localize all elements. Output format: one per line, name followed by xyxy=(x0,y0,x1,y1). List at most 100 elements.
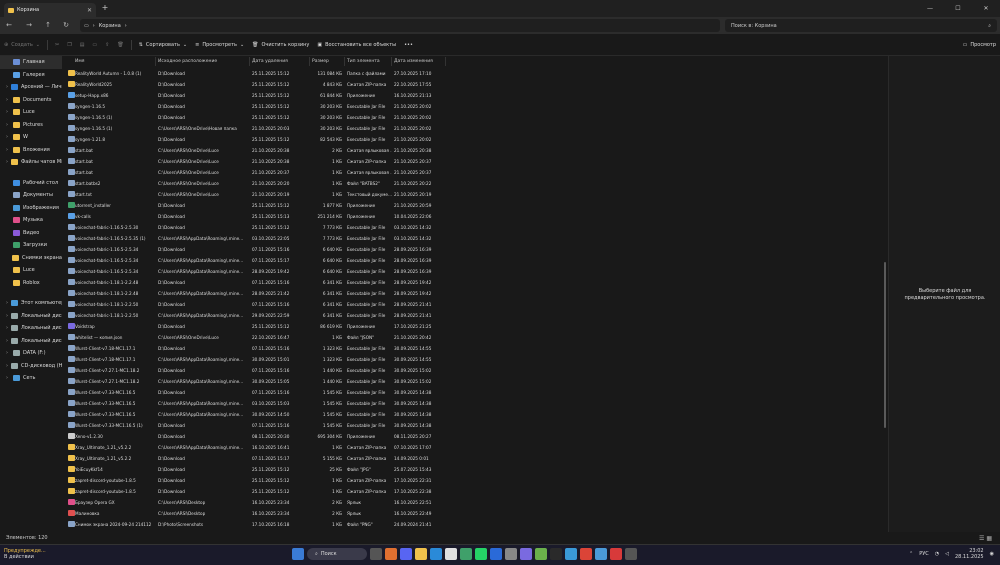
wifi-icon[interactable]: ◔ xyxy=(935,551,939,557)
back-icon[interactable]: ← xyxy=(4,20,14,30)
table-row[interactable]: whitelist — копия.json C:\Users\ARSI\OneD… xyxy=(62,332,888,343)
chevron-right-icon[interactable]: › xyxy=(6,109,10,115)
table-row[interactable]: Wurst-Client-v7.18-MC1.17.1 D:\Download 07… xyxy=(62,343,888,354)
preview-toggle-button[interactable]: ▭ Просмотр xyxy=(959,42,1000,48)
more-button[interactable]: ••• xyxy=(400,42,417,48)
taskbar-search[interactable]: ⌕ Поиск xyxy=(307,548,367,560)
paste-icon[interactable]: ▤ xyxy=(76,42,89,48)
view-button[interactable]: ≡ Просмотреть ⌄ xyxy=(191,42,248,48)
sidebar-item[interactable]: › Арсений — Личное xyxy=(0,81,62,94)
table-row[interactable]: Wurst-Client-v7.33-MC1.16.5 C:\Users\ARSI… xyxy=(62,398,888,409)
chrome-icon[interactable] xyxy=(580,548,592,560)
table-row[interactable]: Xeno-v1.2.30 D:\Download 08.11.2025 20:30 6… xyxy=(62,431,888,442)
table-row[interactable]: Wurst-Client-v7.27.1-MC1.18.2 C:\Users\AR… xyxy=(62,376,888,387)
table-row[interactable]: zapret-discord-youtube-1.8.5 D:\Download 2… xyxy=(62,486,888,497)
chevron-right-icon[interactable]: › xyxy=(6,325,8,331)
table-row[interactable]: zapret-discord-youtube-1.8.5 D:\Download 2… xyxy=(62,475,888,486)
start-icon[interactable] xyxy=(292,548,304,560)
table-row[interactable]: start.bat C:\Users\ARSI\OneDrive\Luce 21.1… xyxy=(62,167,888,178)
empty-recycle-bin-button[interactable]: 🗑 Очистить корзину xyxy=(248,42,313,48)
table-row[interactable]: vk-calls D:\Download 25.11.2025 15:13 251 2… xyxy=(62,211,888,222)
sidebar-item[interactable]: Видео xyxy=(0,227,62,240)
weather-widget[interactable]: Предупрежде... В действии xyxy=(4,548,46,560)
table-row[interactable]: voicechat-fabric-1.16.5-2.5.35 (1) C:\Use… xyxy=(62,233,888,244)
file-explorer-icon[interactable] xyxy=(415,548,427,560)
table-row[interactable]: start.bat C:\Users\ARSI\OneDrive\Luce 21.1… xyxy=(62,145,888,156)
notification-icon[interactable]: ◉ xyxy=(990,551,994,557)
table-row[interactable]: Wurst-Client-v7.33-MC1.16.5 (1) D:\Downlo… xyxy=(62,420,888,431)
table-row[interactable]: YoiEcuyKkf14 D:\Download 25.11.2025 15:12 2… xyxy=(62,464,888,475)
create-button[interactable]: ⊕ Создать ⌄ xyxy=(0,42,44,48)
sidebar-item[interactable]: › DATA (F:) xyxy=(0,347,62,360)
app-icon[interactable] xyxy=(610,548,622,560)
table-row[interactable]: start.batbs2 C:\Users\ARSI\OneDrive\Luce 2… xyxy=(62,178,888,189)
table-row[interactable]: voicechat-fabric-1.16.5-2.5.34 C:\Users\A… xyxy=(62,266,888,277)
column-divider[interactable] xyxy=(445,57,446,66)
app-icon[interactable] xyxy=(595,548,607,560)
table-row[interactable]: Voidstrap D:\Download 25.11.2025 15:12 86 6… xyxy=(62,321,888,332)
sort-button[interactable]: ⇅ Сортировать ⌄ xyxy=(135,42,191,48)
copy-icon[interactable]: ❐ xyxy=(63,42,75,48)
table-row[interactable]: RealityWorld2025 D:\Download 25.11.2025 15… xyxy=(62,79,888,90)
rename-icon[interactable]: ▭ xyxy=(88,42,101,48)
column-header[interactable]: Дата удаления xyxy=(252,59,288,64)
up-icon[interactable]: ↑ xyxy=(43,20,53,30)
sidebar-item[interactable]: Roblox xyxy=(0,277,62,290)
chevron-right-icon[interactable]: › xyxy=(6,375,10,381)
table-row[interactable]: Wurst-Client-v7.33-MC1.16.5 D:\Download 07… xyxy=(62,387,888,398)
volume-icon[interactable]: ◁ xyxy=(945,551,949,557)
table-row[interactable]: utorrent_installer D:\Download 25.11.2025 … xyxy=(62,200,888,211)
chevron-right-icon[interactable]: › xyxy=(6,134,10,140)
app-icon[interactable] xyxy=(625,548,637,560)
table-row[interactable]: syngen-1.21.8 D:\Download 25.11.2025 15:12… xyxy=(62,134,888,145)
new-tab-button[interactable]: + xyxy=(100,3,110,12)
table-row[interactable]: Xray_Ultimate_1.21_v5.2.2 C:\Users\ARSI\A… xyxy=(62,442,888,453)
chevron-right-icon[interactable]: › xyxy=(6,97,10,103)
table-row[interactable]: voicechat-fabric-1.16.5-2.5.30 D:\Downloa… xyxy=(62,222,888,233)
chevron-right-icon[interactable]: › xyxy=(6,122,10,128)
table-row[interactable]: start.bat C:\Users\ARSI\OneDrive\Luce 21.1… xyxy=(62,156,888,167)
table-row[interactable]: syngen-1.16.5 D:\Download 25.11.2025 15:12… xyxy=(62,101,888,112)
table-row[interactable]: Малиновка C:\Users\ARSI\Desktop 16.10.2025… xyxy=(62,508,888,519)
delete-icon[interactable]: 🗑 xyxy=(113,42,127,48)
table-row[interactable]: voicechat-fabric-1.18.1-2.2.50 C:\Users\A… xyxy=(62,310,888,321)
breadcrumb[interactable]: Корзина xyxy=(99,23,121,29)
sidebar-item[interactable]: › Сеть xyxy=(0,372,62,385)
search-input[interactable]: Поиск в: Корзина ⌕ xyxy=(725,19,997,32)
app-icon[interactable] xyxy=(505,548,517,560)
table-row[interactable]: voicechat-fabric-1.18.1-2.2.48 C:\Users\A… xyxy=(62,288,888,299)
sidebar-item[interactable]: › Pictures xyxy=(0,119,62,132)
table-row[interactable]: Wurst-Client-v7.33-MC1.16.5 C:\Users\ARSI… xyxy=(62,409,888,420)
cut-icon[interactable]: ✂ xyxy=(51,42,63,48)
table-row[interactable]: voicechat-fabric-1.18.1-2.2.48 D:\Downloa… xyxy=(62,277,888,288)
sidebar-item[interactable]: › Локальный диск xyxy=(0,322,62,335)
minimize-button[interactable]: — xyxy=(916,0,944,17)
task-view-icon[interactable] xyxy=(370,548,382,560)
maximize-button[interactable]: ☐ xyxy=(944,0,972,17)
column-header[interactable]: Дата изменения xyxy=(394,59,433,64)
sidebar-item[interactable]: Документы xyxy=(0,189,62,202)
table-row[interactable]: start.txt C:\Users\ARSI\OneDrive\Luce 21.1… xyxy=(62,189,888,200)
minecraft-icon[interactable] xyxy=(535,548,547,560)
vertical-scrollbar[interactable] xyxy=(884,262,886,428)
close-tab-icon[interactable]: ✕ xyxy=(87,7,92,14)
sidebar-item[interactable]: Музыка xyxy=(0,214,62,227)
sidebar-item[interactable]: Изображения xyxy=(0,202,62,215)
sidebar-item[interactable]: Загрузки xyxy=(0,239,62,252)
app-icon[interactable] xyxy=(550,548,562,560)
app-icon[interactable] xyxy=(490,548,502,560)
column-divider[interactable] xyxy=(249,57,250,66)
sidebar-item[interactable]: › Файлы чатов Mic xyxy=(0,156,62,169)
table-row[interactable]: Снимок экрана 2024-09-24 214112 D:\Photo\… xyxy=(62,519,888,530)
table-row[interactable]: Wurst-Client-v7.18-MC1.17.1 C:\Users\ARSI… xyxy=(62,354,888,365)
chevron-right-icon[interactable]: › xyxy=(6,338,8,344)
sidebar-item[interactable]: Рабочий стол xyxy=(0,177,62,190)
language-indicator[interactable]: РУС xyxy=(919,551,929,557)
sidebar-item[interactable]: Галерея xyxy=(0,69,62,82)
tab-recycle-bin[interactable]: Корзина ✕ xyxy=(4,3,96,17)
chevron-right-icon[interactable]: › xyxy=(6,350,10,356)
chevron-right-icon[interactable]: › xyxy=(6,363,8,369)
view-mode-icons[interactable]: ☰ ▦ xyxy=(979,535,992,542)
table-row[interactable]: Xray_Ultimate_1.21_v5.2.2 D:\Download 07.1… xyxy=(62,453,888,464)
table-row[interactable]: Wurst-Client-v7.27.1-MC1.18.2 D:\Download… xyxy=(62,365,888,376)
